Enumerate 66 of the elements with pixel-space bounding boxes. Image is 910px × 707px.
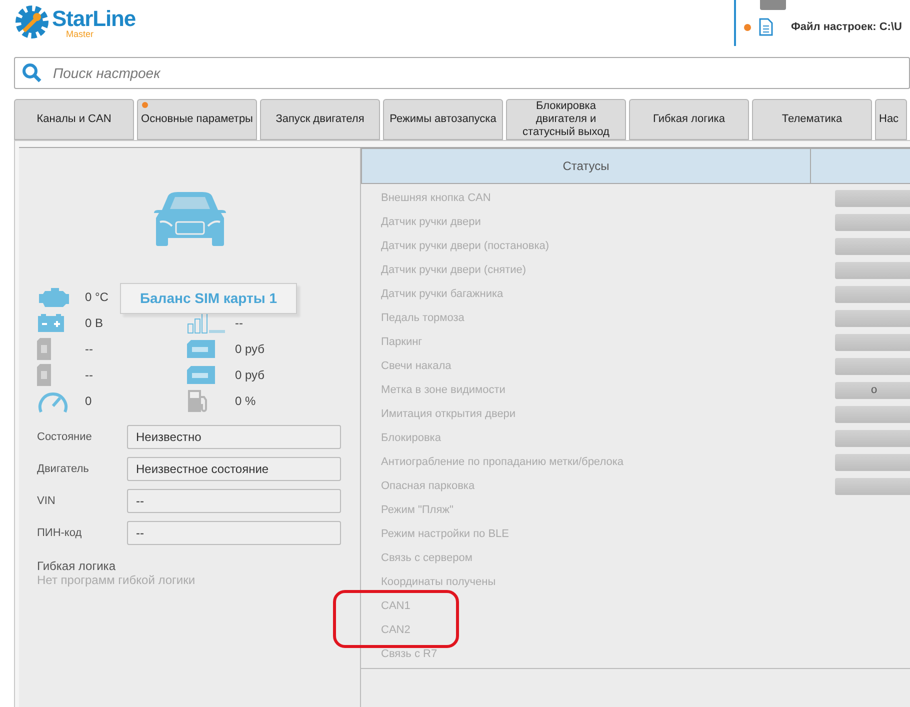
field-label: ПИН-код — [37, 526, 83, 541]
logo-subtitle: Master — [65, 30, 95, 39]
status-label: Педаль тормоза — [380, 310, 466, 326]
status-label: Паркинг — [380, 334, 424, 350]
status-indicator: о — [835, 382, 910, 398]
stat-value: 0 руб — [235, 341, 265, 358]
tab[interactable]: Гибкая логика — [629, 99, 749, 140]
stat-value: -- — [85, 341, 93, 358]
tab[interactable]: Нас — [875, 99, 907, 140]
section-title: Гибкая логика — [37, 559, 116, 573]
status-label: Внешняя кнопка CAN — [380, 190, 492, 206]
status-label: Координаты получены — [380, 574, 497, 590]
engine-icon — [37, 286, 69, 308]
stat-value: 0 — [85, 393, 92, 410]
sim-card-icon — [37, 338, 51, 360]
tab[interactable]: Основные параметры — [137, 99, 257, 140]
status-label: Блокировка — [380, 430, 442, 446]
readonly-field[interactable]: Неизвестно — [127, 425, 341, 449]
stat-value: -- — [85, 367, 93, 384]
stat-value: 0 % — [235, 393, 256, 410]
readonly-field[interactable]: Неизвестное состояние — [127, 457, 341, 481]
fuel-pump-icon — [187, 389, 209, 413]
sim-card-icon — [37, 364, 51, 386]
tooltip: Баланс SIM карты 1 — [120, 283, 297, 314]
readonly-field[interactable]: -- — [127, 489, 341, 513]
gsm-card-icon — [187, 366, 215, 384]
status-label: Датчик ручки двери (постановка) — [380, 238, 550, 254]
status-label: Опасная парковка — [380, 478, 476, 494]
field-label: Двигатель — [37, 462, 90, 477]
status-label: Метка в зоне видимости — [380, 382, 506, 398]
status-label: Антиограбление по пропаданию метки/брелока — [380, 454, 625, 470]
gear-wrench-logo-icon — [14, 4, 50, 40]
tab[interactable]: Блокировка двигателя и статусный выход — [506, 99, 626, 140]
status-label: Связь с R7 — [380, 646, 438, 662]
status-label: Связь с сервером — [380, 550, 474, 566]
stat-value: 0 В — [85, 315, 104, 332]
search-icon — [22, 63, 42, 83]
tab[interactable]: Запуск двигателя — [260, 99, 380, 140]
status-label: Датчик ручки багажника — [380, 286, 504, 302]
tab[interactable]: Каналы и CAN — [14, 99, 134, 140]
column-header: Статусы — [362, 149, 811, 183]
readonly-field[interactable]: -- — [127, 521, 341, 545]
status-label: CAN2 — [380, 622, 412, 638]
logo-wordmark: StarLine — [52, 8, 136, 30]
status-label: Режим "Пляж" — [380, 502, 454, 518]
document-icon — [759, 18, 773, 36]
field-label: VIN — [37, 494, 56, 509]
status-label: Имитация открытия двери — [380, 406, 517, 422]
stat-value: -- — [235, 315, 243, 332]
search-field[interactable]: Поиск настроек — [14, 57, 910, 89]
field-label: Состояние — [37, 430, 93, 445]
status-label: Датчик ручки двери — [380, 214, 482, 230]
status-label: Датчик ручки двери (снятие) — [380, 262, 528, 278]
stat-value: 0 °C — [85, 289, 108, 306]
tab[interactable]: Телематика — [752, 99, 872, 140]
device-icon — [760, 0, 786, 10]
gsm-card-icon — [187, 340, 215, 358]
battery-icon — [37, 313, 65, 333]
stat-value: 0 руб — [235, 367, 265, 384]
status-label: Режим настройки по BLE — [380, 526, 510, 542]
tab[interactable]: Режимы автозапуска — [383, 99, 503, 140]
empty-text: Нет программ гибкой логики — [37, 573, 196, 587]
status-label: CAN1 — [380, 598, 412, 614]
signal-icon — [187, 312, 227, 334]
settings-file-label: Файл настроек: C:\U — [791, 20, 902, 35]
status-label: Свечи накала — [380, 358, 452, 374]
